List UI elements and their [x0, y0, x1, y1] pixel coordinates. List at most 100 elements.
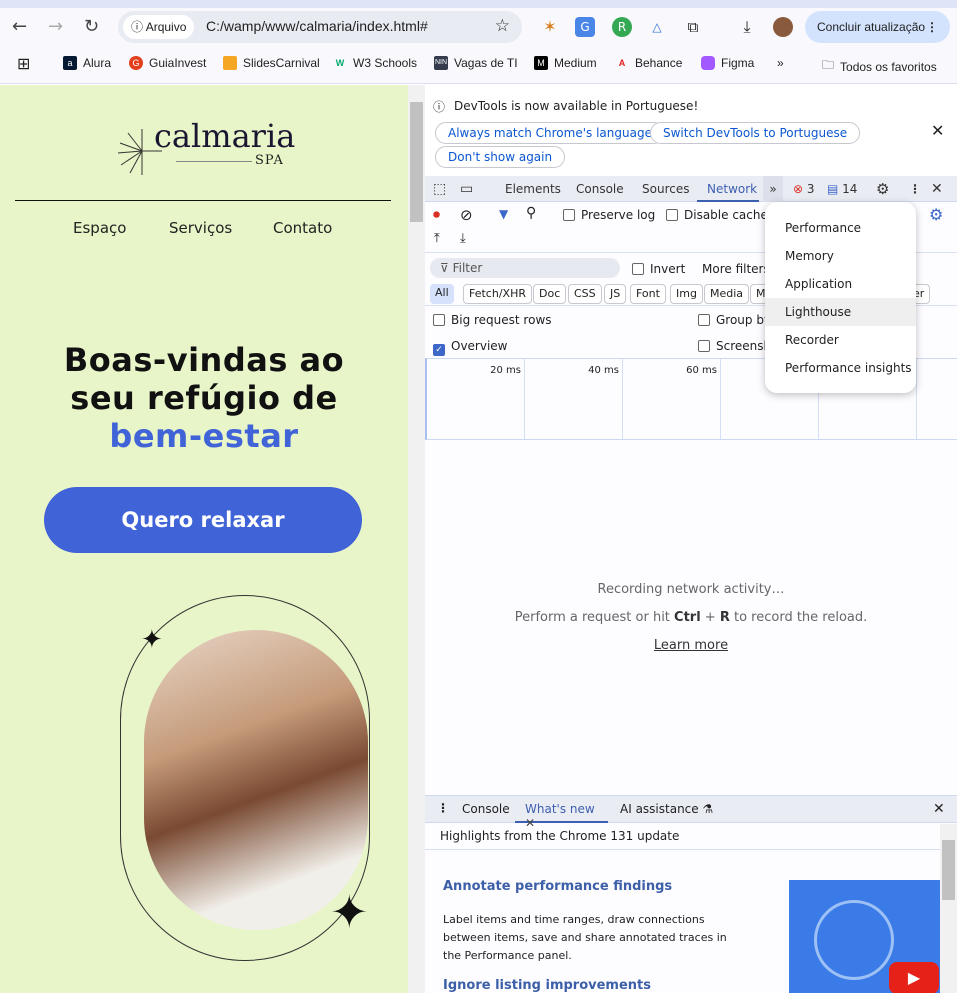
- google-translate-icon[interactable]: G: [575, 17, 595, 37]
- overview-checkbox[interactable]: ✓ Overview: [433, 339, 508, 356]
- all-bookmarks-folder[interactable]: 🗀 Todos os favoritos: [822, 56, 937, 77]
- type-filter-font[interactable]: Font: [630, 284, 666, 304]
- page-scrollbar-thumb[interactable]: [410, 102, 423, 222]
- group-by-checkbox[interactable]: Group by: [698, 313, 771, 327]
- import-har-icon[interactable]: ⤒: [434, 231, 440, 246]
- tab-elements[interactable]: Elements: [505, 176, 561, 202]
- drawer-menu-icon[interactable]: ⋮: [437, 801, 449, 815]
- more-tabs-chevron-icon[interactable]: »: [763, 176, 783, 202]
- switch-language-button[interactable]: Switch DevTools to Portuguese: [650, 122, 861, 144]
- hero-line-1: Boas-vindas ao: [63, 341, 345, 379]
- menu-item-recorder[interactable]: Recorder: [765, 326, 916, 354]
- filter-input[interactable]: ⊽ Filter: [430, 258, 620, 278]
- reload-icon[interactable]: ↻: [84, 16, 99, 37]
- bookmark-alura[interactable]: a Alura: [63, 56, 111, 70]
- vagas-icon: NIN: [434, 56, 448, 70]
- disable-cache-label: Disable cache: [684, 208, 768, 222]
- nav-link-servicos[interactable]: Serviços: [169, 219, 232, 237]
- drawer-scrollbar-thumb[interactable]: [942, 840, 955, 900]
- clear-icon[interactable]: ⊘: [460, 206, 473, 224]
- search-icon[interactable]: ⚲: [526, 205, 536, 221]
- more-bookmarks-button[interactable]: »: [777, 56, 784, 70]
- video-thumbnail[interactable]: ▶: [789, 880, 940, 993]
- more-tabs-menu: Performance Memory Application Lighthous…: [765, 202, 916, 393]
- screenshots-checkbox[interactable]: Screensh: [698, 339, 771, 353]
- feature-heading[interactable]: Annotate performance findings: [443, 879, 672, 894]
- type-filter-doc[interactable]: Doc: [533, 284, 567, 304]
- address-bar[interactable]: ⓘ Arquivo C:/wamp/www/calmaria/index.htm…: [118, 11, 522, 43]
- forward-icon[interactable]: →: [48, 16, 63, 37]
- extension-icon[interactable]: ✶: [540, 17, 560, 37]
- cta-button[interactable]: Quero relaxar: [44, 487, 362, 553]
- bookmark-behance[interactable]: A Behance: [615, 56, 683, 70]
- match-language-button[interactable]: Always match Chrome's language: [435, 122, 665, 144]
- inspect-element-icon[interactable]: ⬚: [433, 176, 446, 202]
- menu-item-performance-insights[interactable]: Performance insights: [765, 354, 916, 382]
- disable-cache-checkbox[interactable]: Disable cache: [666, 208, 768, 222]
- nav-link-contato[interactable]: Contato: [273, 219, 332, 237]
- update-button[interactable]: Concluir atualização ⋮: [805, 11, 950, 43]
- drawer-tab-ai-assistance[interactable]: AI assistance ⚗: [620, 802, 713, 816]
- messages-badge[interactable]: ▤ 14: [827, 176, 857, 202]
- screenshots-label: Screensh: [716, 339, 772, 353]
- download-icon[interactable]: ⤓: [737, 17, 757, 37]
- bookmark-medium[interactable]: M Medium: [534, 56, 597, 70]
- close-devtools-icon[interactable]: ✕: [931, 176, 943, 202]
- type-filter-media[interactable]: Media: [704, 284, 750, 304]
- export-har-icon[interactable]: ⤓: [460, 231, 466, 246]
- drawer-tab-whats-new[interactable]: What's new ✕: [515, 796, 608, 830]
- bookmark-star-icon[interactable]: ☆: [495, 16, 510, 36]
- back-icon[interactable]: ←: [12, 16, 27, 37]
- preserve-log-label: Preserve log: [581, 208, 656, 222]
- menu-item-lighthouse[interactable]: Lighthouse: [765, 298, 916, 326]
- site-info-chip[interactable]: ⓘ Arquivo: [123, 15, 195, 39]
- type-filter-all[interactable]: All: [430, 284, 454, 304]
- tab-console[interactable]: Console: [576, 176, 624, 202]
- more-options-icon[interactable]: ⋮: [909, 176, 921, 202]
- drawer-scrollbar[interactable]: [940, 824, 957, 993]
- hint-text: Perform a request or hit: [514, 610, 675, 625]
- menu-icon[interactable]: ⋮: [926, 11, 938, 43]
- extensions-puzzle-icon[interactable]: ⧉: [683, 17, 703, 37]
- close-drawer-icon[interactable]: ✕: [933, 801, 945, 817]
- tab-network[interactable]: Network: [697, 176, 759, 202]
- extension-icon[interactable]: R: [612, 17, 632, 37]
- url-text[interactable]: C:/wamp/www/calmaria/index.html#: [206, 18, 428, 34]
- bookmark-vagas-de-ti[interactable]: NIN Vagas de TI: [434, 56, 518, 70]
- bookmark-figma[interactable]: Figma: [701, 56, 754, 70]
- profile-avatar[interactable]: [773, 17, 793, 37]
- bookmark-guiainvest[interactable]: G GuiaInvest: [129, 56, 206, 70]
- bookmark-slidescarnival[interactable]: SlidesCarnival: [223, 56, 320, 70]
- drawer-tab-console[interactable]: Console: [462, 802, 510, 816]
- invert-checkbox[interactable]: Invert: [632, 262, 685, 276]
- extension-icon[interactable]: △: [647, 17, 667, 37]
- highlights-header: Highlights from the Chrome 131 update: [425, 824, 940, 850]
- menu-item-application[interactable]: Application: [765, 270, 916, 298]
- filter-funnel-icon[interactable]: ▼: [499, 207, 508, 221]
- filter-placeholder: Filter: [452, 261, 483, 275]
- bookmark-w3schools[interactable]: W W3 Schools: [333, 56, 417, 70]
- type-filter-fetch[interactable]: Fetch/XHR: [463, 284, 532, 304]
- guiainvest-icon: G: [129, 56, 143, 70]
- errors-badge[interactable]: ⊗ 3: [793, 176, 815, 202]
- more-filters-dropdown[interactable]: More filters: [702, 262, 770, 276]
- type-filter-js[interactable]: JS: [604, 284, 627, 304]
- big-request-rows-checkbox[interactable]: Big request rows: [433, 313, 552, 327]
- tab-sources[interactable]: Sources: [642, 176, 689, 202]
- device-toolbar-icon[interactable]: ▭: [460, 176, 473, 202]
- apps-grid-icon[interactable]: ⊞: [17, 54, 30, 73]
- menu-item-performance[interactable]: Performance: [765, 214, 916, 242]
- youtube-play-icon[interactable]: ▶: [889, 962, 939, 993]
- close-infobar-icon[interactable]: ✕: [931, 121, 944, 140]
- menu-item-memory[interactable]: Memory: [765, 242, 916, 270]
- settings-gear-icon[interactable]: ⚙: [876, 176, 889, 202]
- feature-heading[interactable]: Ignore listing improvements: [443, 978, 651, 993]
- dont-show-again-button[interactable]: Don't show again: [435, 146, 566, 168]
- network-settings-icon[interactable]: ⚙: [929, 205, 943, 224]
- type-filter-img[interactable]: Img: [670, 284, 703, 304]
- preserve-log-checkbox[interactable]: Preserve log: [563, 208, 655, 222]
- record-stop-icon[interactable]: ⏺: [433, 207, 440, 223]
- learn-more-link[interactable]: Learn more: [654, 638, 728, 653]
- type-filter-css[interactable]: CSS: [568, 284, 602, 304]
- nav-link-espaco[interactable]: Espaço: [73, 219, 126, 237]
